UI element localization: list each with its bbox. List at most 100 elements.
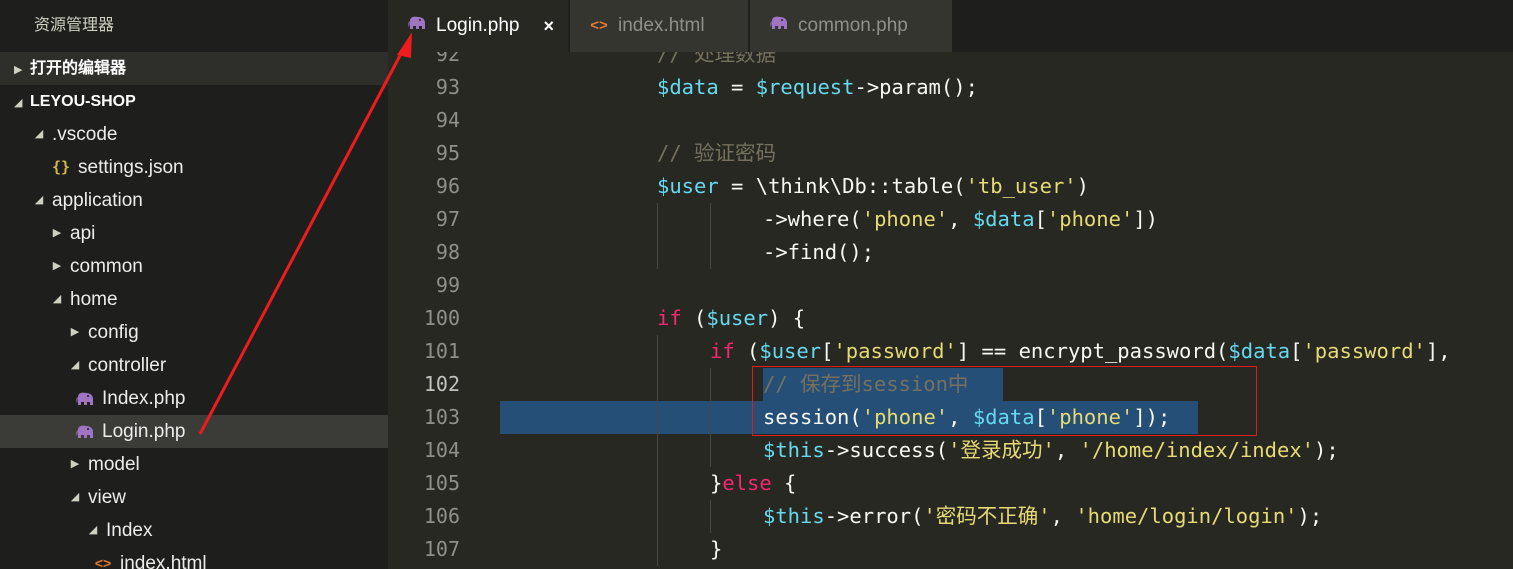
chevron-down-icon: ◢ bbox=[70, 491, 80, 503]
code-token: if bbox=[710, 339, 735, 363]
code-token: , bbox=[1050, 504, 1076, 528]
code-token: ) bbox=[1076, 174, 1089, 198]
code-token: else bbox=[722, 471, 772, 495]
code-token: if bbox=[657, 306, 682, 330]
code-line: 100 if ($user) { bbox=[388, 302, 1513, 335]
code-token: } bbox=[710, 537, 723, 561]
tree-item[interactable]: ▶ common bbox=[0, 250, 388, 283]
line-number: 98 bbox=[435, 240, 460, 264]
code-line: 104 $this->success('登录成功', '/home/index/i… bbox=[388, 434, 1513, 467]
code-token: $data bbox=[972, 207, 1035, 231]
code-token: ] == encrypt_password( bbox=[956, 339, 1229, 363]
line-number: 97 bbox=[435, 207, 460, 231]
tree-item-label: Login.php bbox=[102, 421, 186, 442]
tree-item-label: home bbox=[70, 289, 118, 310]
line-number: 94 bbox=[435, 108, 460, 132]
annotation-box bbox=[752, 366, 1257, 436]
chevron-down-icon: ◢ bbox=[88, 524, 98, 536]
tree-item[interactable]: ◢ application bbox=[0, 184, 388, 217]
tree-item-label: .vscode bbox=[52, 124, 118, 145]
code-token: , bbox=[948, 207, 973, 231]
tree-item[interactable]: ▶ model bbox=[0, 448, 388, 481]
code-line: 101 if ($user['password'] == encrypt_pass… bbox=[388, 335, 1513, 368]
editor-tabs: Login.php × <> index.html common.php bbox=[388, 0, 1513, 52]
indent-guide bbox=[710, 401, 711, 434]
code-editor[interactable]: 92 // 处理数据 93 $data = $request->param(); 94 9… bbox=[388, 52, 1513, 569]
code-token: $this bbox=[763, 504, 825, 528]
code-text: if ($user['password'] == encrypt_passwor… bbox=[710, 335, 1451, 368]
code-token: = \think\Db::table( bbox=[718, 174, 966, 198]
code-line: 97 ->where('phone', $data['phone']) bbox=[388, 203, 1513, 236]
line-number: 92 bbox=[435, 52, 460, 66]
tree-item[interactable]: ◢ view bbox=[0, 481, 388, 514]
code-token: // 验证密码 bbox=[657, 141, 777, 165]
tab-index-html[interactable]: <> index.html bbox=[570, 0, 748, 52]
tab-common-php[interactable]: common.php bbox=[750, 0, 952, 52]
line-number: 105 bbox=[423, 471, 460, 495]
tree-item-label: Index.php bbox=[102, 388, 186, 409]
project-section[interactable]: ◢ LEYOU-SHOP bbox=[0, 85, 388, 118]
code-line: 107} bbox=[388, 533, 1513, 566]
code-text: // 处理数据 bbox=[657, 52, 776, 71]
tree-item[interactable]: ◢ home bbox=[0, 283, 388, 316]
line-number: 95 bbox=[435, 141, 460, 165]
code-text: ->find(); bbox=[763, 236, 874, 269]
code-token: = bbox=[718, 75, 756, 99]
tree-item-label: controller bbox=[88, 355, 167, 376]
indent-guide bbox=[710, 434, 711, 467]
tab-label: index.html bbox=[618, 15, 705, 37]
explorer-sidebar: 资源管理器 ▶ 打开的编辑器 ◢ LEYOU-SHOP ◢ .vscode {} sett… bbox=[0, 0, 388, 569]
tree-item[interactable]: Index.php bbox=[0, 382, 388, 415]
chevron-right-icon: ▶ bbox=[52, 227, 62, 239]
code-token: } bbox=[710, 471, 723, 495]
code-token: , bbox=[1054, 438, 1080, 462]
code-text: $user = \think\Db::table('tb_user') bbox=[657, 170, 1089, 203]
code-token: '密码不正确' bbox=[923, 504, 1051, 528]
tree-item-label: application bbox=[52, 190, 143, 211]
code-token: $data bbox=[657, 75, 719, 99]
indent-guide bbox=[710, 236, 711, 269]
tree-item[interactable]: ◢ controller bbox=[0, 349, 388, 382]
code-token: ); bbox=[1297, 504, 1323, 528]
line-number: 99 bbox=[435, 273, 460, 297]
php-elephant-icon bbox=[406, 0, 428, 52]
chevron-down-icon: ◢ bbox=[52, 293, 62, 305]
code-token: $user bbox=[706, 306, 769, 330]
html-brackets-icon: <> bbox=[94, 555, 112, 569]
close-icon[interactable]: × bbox=[543, 0, 554, 52]
code-token: ->find(); bbox=[763, 240, 875, 264]
code-line: 98 ->find(); bbox=[388, 236, 1513, 269]
tree-item[interactable]: <> index.html bbox=[0, 547, 388, 569]
indent-guide bbox=[657, 236, 658, 269]
code-token: $this bbox=[763, 438, 825, 462]
code-token: ->success( bbox=[824, 438, 949, 462]
tree-item[interactable]: ◢ .vscode bbox=[0, 118, 388, 151]
code-line: 95 // 验证密码 bbox=[388, 137, 1513, 170]
code-token: $user bbox=[759, 339, 822, 363]
code-token: 'tb_user' bbox=[965, 174, 1077, 198]
code-token: ], bbox=[1425, 339, 1451, 363]
indent-guide bbox=[710, 203, 711, 236]
indent-guide bbox=[657, 533, 658, 566]
line-number: 103 bbox=[423, 405, 460, 429]
code-line: 94 bbox=[388, 104, 1513, 137]
tree-item[interactable]: ▶ config bbox=[0, 316, 388, 349]
code-token: ( bbox=[681, 306, 707, 330]
open-editors-section[interactable]: ▶ 打开的编辑器 bbox=[0, 52, 388, 85]
tree-item[interactable]: ◢ Index bbox=[0, 514, 388, 547]
tree-item-label: common bbox=[70, 256, 143, 277]
tree-item[interactable]: Login.php bbox=[0, 415, 388, 448]
indent-guide bbox=[657, 368, 658, 401]
indent-guide bbox=[710, 368, 711, 401]
indent-guide bbox=[657, 467, 658, 500]
line-number: 100 bbox=[423, 306, 460, 330]
php-elephant-icon bbox=[72, 415, 98, 448]
tree-item-label: view bbox=[88, 487, 127, 508]
tab-login-php[interactable]: Login.php × bbox=[388, 0, 568, 52]
code-line: 105}else { bbox=[388, 467, 1513, 500]
chevron-down-icon: ◢ bbox=[70, 359, 80, 371]
code-token: ( bbox=[734, 339, 760, 363]
line-number: 104 bbox=[423, 438, 460, 462]
tree-item[interactable]: ▶ api bbox=[0, 217, 388, 250]
tree-item[interactable]: {} settings.json bbox=[0, 151, 388, 184]
